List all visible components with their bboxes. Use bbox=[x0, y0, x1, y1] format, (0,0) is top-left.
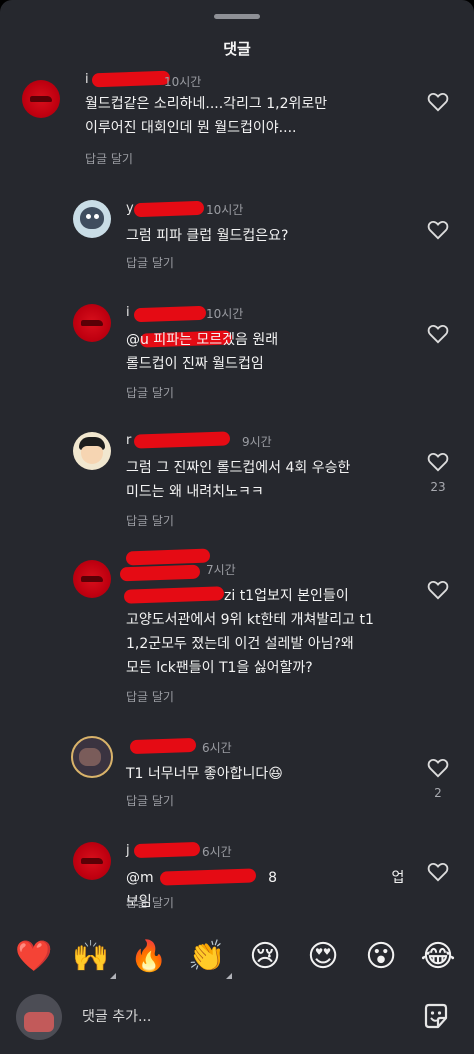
avatar[interactable] bbox=[73, 432, 111, 470]
redaction-mark bbox=[129, 737, 197, 755]
surprised-face-emoji[interactable]: 😮 bbox=[359, 935, 403, 979]
avatar[interactable] bbox=[71, 736, 113, 778]
heart-outline-icon[interactable] bbox=[427, 92, 449, 112]
comment-text: 월드컵같은 소리하네....각리그 1,2위로만 이루어진 대회인데 뭔 월드컵… bbox=[85, 96, 328, 136]
reply-button[interactable]: 답글 달기 bbox=[126, 792, 174, 809]
reply-button[interactable]: 답글 달기 bbox=[126, 688, 174, 705]
comment-username[interactable]: r bbox=[126, 433, 131, 448]
sticker-icon[interactable] bbox=[422, 1002, 450, 1030]
heart-outline-icon[interactable] bbox=[427, 220, 449, 240]
comment-time: 7시간 bbox=[206, 563, 236, 577]
heart-outline-icon[interactable] bbox=[427, 862, 449, 882]
like-count: 2 bbox=[434, 786, 442, 800]
emoji-reaction-row: ❤️ 🙌 🔥 👏 😢 😍 😮 😂 bbox=[0, 935, 474, 985]
avatar[interactable] bbox=[22, 80, 60, 118]
reply-button[interactable]: 답글 달기 bbox=[126, 254, 174, 271]
reply-button[interactable]: 답글 달기 bbox=[126, 512, 174, 529]
current-user-avatar bbox=[16, 994, 62, 1040]
comment-time: 9시간 bbox=[242, 435, 272, 449]
comment-username[interactable]: i bbox=[85, 72, 89, 87]
comment-username[interactable]: j bbox=[126, 843, 130, 858]
redaction-mark bbox=[91, 70, 171, 88]
redaction-mark bbox=[133, 841, 201, 859]
comment-input-bar: 댓글 추가... bbox=[0, 990, 474, 1054]
sheet-title: 댓글 bbox=[223, 40, 251, 58]
redaction-mark bbox=[119, 564, 201, 582]
variant-indicator bbox=[226, 973, 232, 979]
heart-outline-icon[interactable] bbox=[427, 452, 449, 472]
avatar[interactable] bbox=[73, 842, 111, 880]
redaction-mark bbox=[133, 200, 205, 218]
reply-button[interactable]: 답글 달기 bbox=[85, 150, 133, 167]
raising-hands-emoji[interactable]: 🙌 bbox=[69, 935, 113, 979]
avatar[interactable] bbox=[73, 304, 111, 342]
reply-button[interactable]: 답글 달기 bbox=[126, 384, 174, 401]
comment-time: 6시간 bbox=[202, 741, 232, 755]
comment-input[interactable]: 댓글 추가... bbox=[82, 1006, 151, 1026]
comment-text: T1 너무너무 좋아합니다😆 bbox=[126, 766, 283, 782]
avatar[interactable] bbox=[73, 560, 111, 598]
crying-face-emoji[interactable]: 😢 bbox=[243, 935, 287, 979]
fire-emoji[interactable]: 🔥 bbox=[127, 935, 171, 979]
comment-time: 6시간 bbox=[202, 845, 232, 859]
heart-outline-icon[interactable] bbox=[427, 758, 449, 778]
comment-username[interactable]: y bbox=[126, 201, 134, 216]
comment-time: 10시간 bbox=[206, 307, 244, 321]
redaction-mark bbox=[133, 431, 231, 449]
comment-time: 10시간 bbox=[206, 203, 244, 217]
like-count: 23 bbox=[430, 480, 446, 494]
heart-outline-icon[interactable] bbox=[427, 580, 449, 600]
heart-eyes-emoji[interactable]: 😍 bbox=[301, 935, 345, 979]
comment-text: zi t1업보지 본인들이 고양도서관에서 9위 kt한테 개쳐발리고 t1 1… bbox=[126, 588, 374, 676]
redaction-mark bbox=[133, 305, 207, 323]
clapping-hands-emoji[interactable]: 👏 bbox=[185, 935, 229, 979]
drag-handle[interactable] bbox=[214, 14, 260, 19]
variant-indicator bbox=[110, 973, 116, 979]
heart-outline-icon[interactable] bbox=[427, 324, 449, 344]
comment-username[interactable]: i bbox=[126, 305, 130, 320]
comment-text: @u 피파는 모르겠음 원래 롤드컵이 진짜 월드컵임 bbox=[126, 332, 279, 372]
comments-sheet: 댓글 i 10시간 월드컵같은 소리하네....각리그 1,2위로만 이루어진 … bbox=[0, 0, 474, 1054]
comment-time: 10시간 bbox=[164, 75, 202, 89]
tears-of-joy-emoji[interactable]: 😂 bbox=[416, 935, 460, 979]
comment-text: 그럼 피파 클럽 월드컵은요? bbox=[126, 228, 289, 244]
comment-text: 그럼 그 진짜인 롤드컵에서 4회 우승한 미드는 왜 내려치노ㅋㅋ bbox=[126, 460, 351, 500]
reply-button[interactable]: 답글 달기 bbox=[126, 894, 174, 911]
avatar[interactable] bbox=[73, 200, 111, 238]
redaction-mark bbox=[125, 548, 211, 566]
red-heart-emoji[interactable]: ❤️ bbox=[12, 935, 56, 979]
